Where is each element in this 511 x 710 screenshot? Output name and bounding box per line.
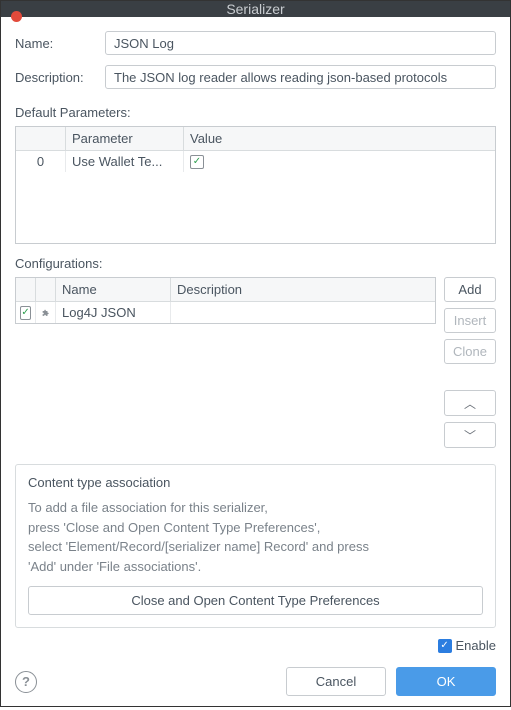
content-type-association-group: Content type association To add a file a…: [15, 464, 496, 628]
puzzle-icon: [42, 306, 49, 320]
group-title: Content type association: [24, 475, 174, 490]
open-content-type-prefs-button[interactable]: Close and Open Content Type Preferences: [28, 586, 483, 615]
table-row[interactable]: 0 Use Wallet Te...: [16, 151, 495, 172]
name-input[interactable]: [105, 31, 496, 55]
configurations-label: Configurations:: [15, 256, 496, 271]
param-row-name: Use Wallet Te...: [66, 151, 184, 172]
add-button[interactable]: Add: [444, 277, 496, 302]
config-header-name: Name: [56, 278, 171, 301]
params-header-index: [16, 127, 66, 150]
config-header-description: Description: [171, 278, 435, 301]
association-info-text: To add a file association for this seria…: [28, 498, 483, 576]
table-row[interactable]: Log4J JSON: [16, 302, 435, 323]
default-params-label: Default Parameters:: [15, 105, 496, 120]
enable-checkbox[interactable]: [438, 639, 452, 653]
name-label: Name:: [15, 36, 105, 51]
help-icon[interactable]: ?: [15, 671, 37, 693]
cancel-button[interactable]: Cancel: [286, 667, 386, 696]
params-header-parameter: Parameter: [66, 127, 184, 150]
checkbox-icon[interactable]: [190, 155, 204, 169]
checkbox-icon[interactable]: [20, 306, 30, 320]
description-label: Description:: [15, 70, 105, 85]
chevron-up-icon: ︿: [464, 395, 476, 412]
move-up-button[interactable]: ︿: [444, 390, 496, 416]
chevron-down-icon: ﹀: [464, 427, 476, 444]
ok-button[interactable]: OK: [396, 667, 496, 696]
insert-button[interactable]: Insert: [444, 308, 496, 333]
description-input[interactable]: [105, 65, 496, 89]
params-header-value: Value: [184, 127, 495, 150]
titlebar: Serializer: [1, 1, 510, 17]
config-header-icon: [36, 278, 56, 301]
config-header-check: [16, 278, 36, 301]
enable-label: Enable: [456, 638, 496, 653]
close-icon[interactable]: [11, 11, 22, 22]
config-row-description: [171, 302, 435, 323]
dialog-content: Name: Description: Default Parameters: P…: [1, 17, 510, 710]
configurations-table: Name Description Log4J JSON: [15, 277, 436, 324]
param-row-value[interactable]: [184, 151, 495, 172]
clone-button[interactable]: Clone: [444, 339, 496, 364]
move-down-button[interactable]: ﹀: [444, 422, 496, 448]
serializer-dialog: Serializer Name: Description: Default Pa…: [0, 0, 511, 707]
default-params-table: Parameter Value 0 Use Wallet Te...: [15, 126, 496, 244]
window-title: Serializer: [226, 1, 284, 17]
param-row-index: 0: [16, 151, 66, 172]
config-row-name: Log4J JSON: [56, 302, 171, 323]
